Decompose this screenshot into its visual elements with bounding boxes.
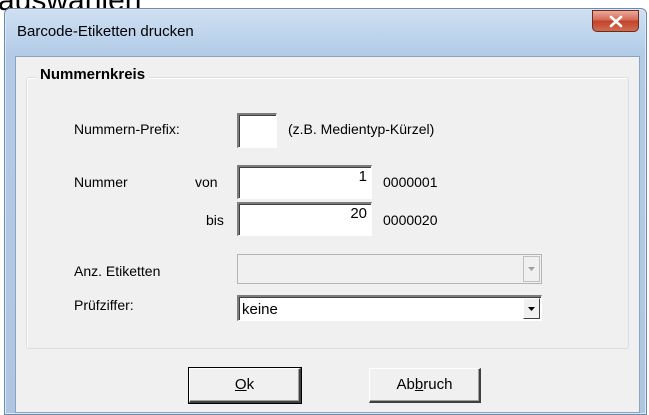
window-title: Barcode-Etiketten drucken (17, 23, 194, 40)
ok-accel: O (234, 376, 247, 393)
close-button[interactable] (592, 10, 639, 32)
bis-label: bis (206, 212, 224, 228)
von-input[interactable]: 1 (237, 165, 372, 199)
prefix-hint: (z.B. Medientyp-Kürzel) (288, 121, 435, 137)
ok-rest: k (246, 376, 255, 393)
pruefziffer-dropdown-button[interactable] (523, 298, 540, 319)
anz-etiketten-label: Anz. Etiketten (74, 263, 161, 279)
group-title: Nummernkreis (36, 66, 150, 83)
chevron-down-icon (528, 307, 535, 311)
dialog-client-area: Nummernkreis Nummern-Prefix: (z.B. Medie… (15, 56, 640, 413)
bis-input[interactable]: 20 (237, 202, 372, 236)
anz-etiketten-dropdown-button (523, 256, 540, 282)
dialog-window: Barcode-Etiketten drucken Nummernkreis N… (4, 8, 647, 415)
prefix-input[interactable] (237, 113, 277, 148)
anz-etiketten-select (237, 254, 542, 284)
chevron-down-icon (528, 267, 535, 271)
pruefziffer-label: Prüfziffer: (74, 297, 134, 313)
close-icon (609, 15, 623, 28)
von-formatted: 0000001 (383, 174, 438, 190)
nummer-label: Nummer (74, 174, 128, 190)
pruefziffer-value: keine (242, 301, 278, 318)
prefix-label: Nummern-Prefix: (74, 121, 180, 137)
abbruch-pre: Ab (396, 376, 415, 393)
bis-formatted: 0000020 (383, 212, 438, 228)
von-label: von (195, 174, 218, 190)
ok-button[interactable]: Ok (188, 367, 302, 404)
pruefziffer-select[interactable]: keine (237, 295, 542, 321)
abbruch-rest: ruch (423, 376, 453, 393)
abbruch-accel: b (414, 376, 424, 393)
abbruch-button[interactable]: Abbruch (369, 368, 481, 403)
